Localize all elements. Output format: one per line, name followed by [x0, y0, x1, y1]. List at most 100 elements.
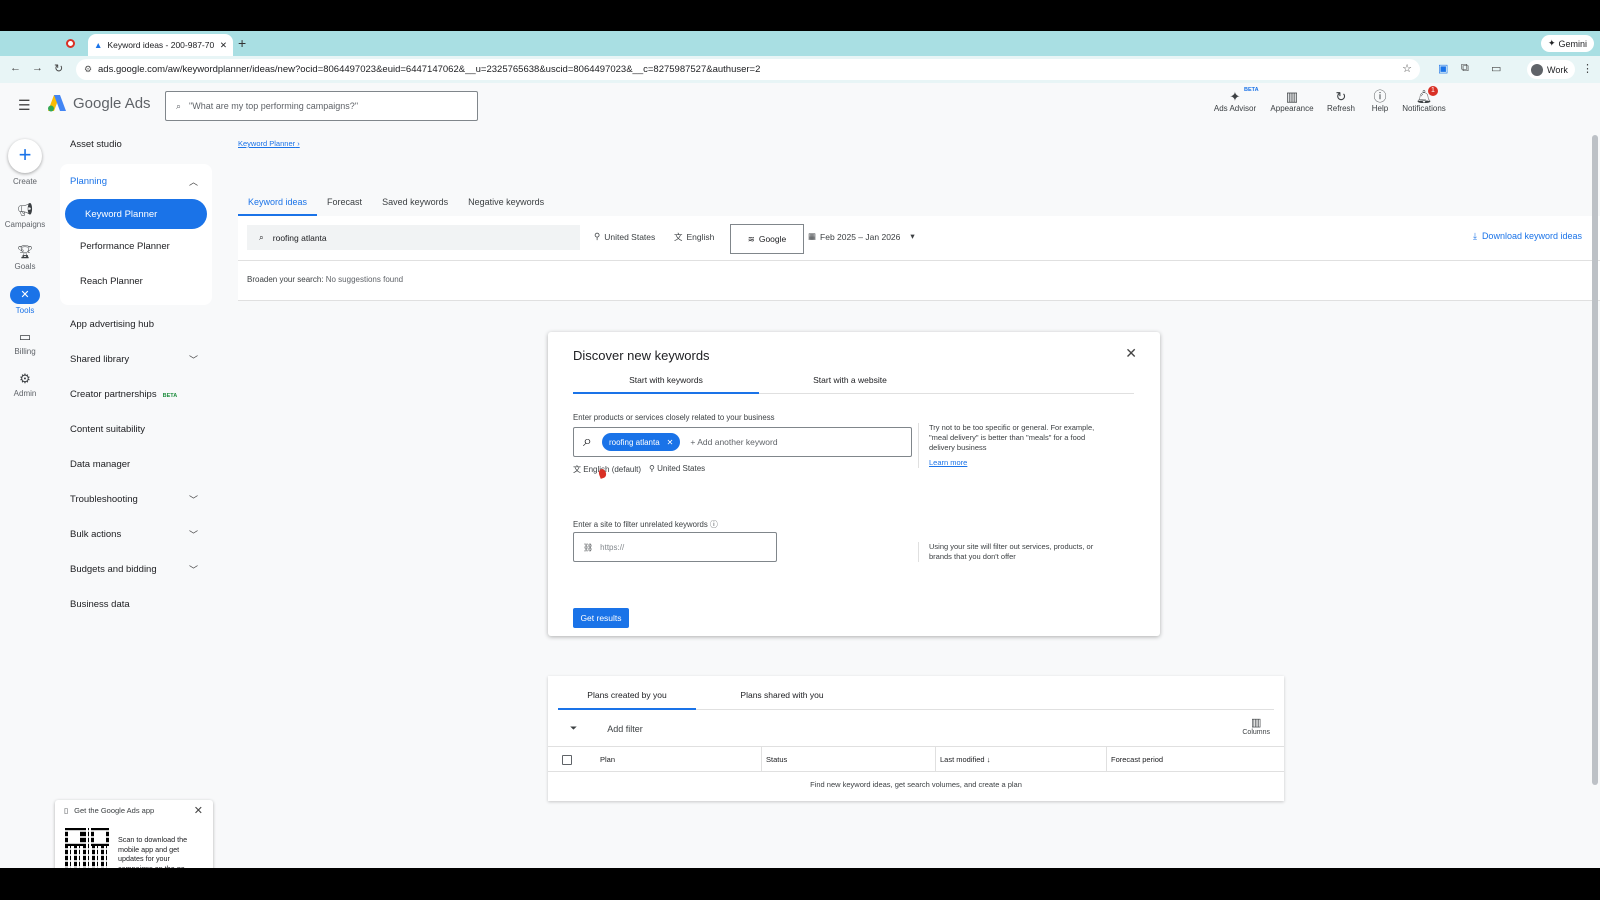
get-results-button[interactable]: Get results: [573, 608, 629, 628]
nav-app-hub[interactable]: App advertising hub: [60, 307, 212, 342]
url-text: ads.google.com/aw/keywordplanner/ideas/n…: [98, 64, 761, 75]
tab-forecast[interactable]: Forecast: [317, 197, 372, 216]
tab-negative-keywords[interactable]: Negative keywords: [458, 197, 554, 216]
search-icon: ⌕: [583, 433, 592, 450]
tab-plans-created[interactable]: Plans created by you: [558, 690, 696, 710]
extensions-puzzle-icon[interactable]: ⧉: [1461, 62, 1469, 75]
search-icon: ⌕: [176, 100, 182, 111]
reload-icon[interactable]: ↻: [54, 62, 63, 75]
column-forecast-period[interactable]: Forecast period: [1106, 747, 1284, 772]
megaphone-icon: 📢︎: [16, 202, 34, 217]
breadcrumb-link[interactable]: Keyword Planner: [238, 139, 295, 148]
rail-create[interactable]: + Create: [0, 139, 50, 186]
date-range-label: Feb 2025 – Jan 2026: [820, 231, 901, 242]
scrollbar[interactable]: [1592, 135, 1598, 785]
select-all-checkbox[interactable]: [562, 755, 572, 765]
profile-button[interactable]: Work: [1527, 60, 1575, 79]
sidepanel-icon[interactable]: ▭: [1491, 62, 1501, 75]
nav-business-data[interactable]: Business data: [60, 587, 212, 622]
appearance-button[interactable]: ▥ Appearance: [1266, 89, 1318, 113]
download-icon: ⤓: [1472, 231, 1477, 241]
keywords-input[interactable]: ⌕ roofing atlanta ✕ + Add another keyword: [573, 427, 912, 457]
notifications-button[interactable]: 🔔︎ 1 Notifications: [1398, 86, 1450, 113]
rail-campaigns[interactable]: 📢︎ Campaigns: [0, 202, 50, 229]
site-url-placeholder: https://: [600, 542, 625, 552]
ads-advisor-button[interactable]: ✦ BETA Ads Advisor: [1209, 87, 1261, 113]
column-plan[interactable]: Plan: [596, 747, 615, 772]
tab-saved-keywords[interactable]: Saved keywords: [372, 197, 458, 216]
rail-label: Campaigns: [4, 220, 46, 229]
google-ads-logo[interactable]: Google Ads: [47, 94, 151, 112]
site-url-input[interactable]: ⛓ https://: [573, 532, 777, 562]
nav-troubleshooting[interactable]: Troubleshooting ﹀: [60, 482, 212, 517]
nav-content-suitability[interactable]: Content suitability: [60, 412, 212, 447]
tab-start-with-website[interactable]: Start with a website: [757, 375, 943, 394]
close-tab-icon[interactable]: ✕: [220, 40, 227, 51]
gemini-button[interactable]: ✦ Gemini: [1540, 35, 1594, 52]
url-field[interactable]: ⚙ ads.google.com/aw/keywordplanner/ideas…: [76, 59, 1420, 80]
keyword-chip[interactable]: roofing atlanta ✕: [601, 433, 681, 451]
breadcrumb[interactable]: Keyword Planner ›: [238, 139, 300, 148]
nav-reach-planner[interactable]: Reach Planner: [60, 264, 212, 299]
add-keyword-placeholder[interactable]: + Add another keyword: [690, 437, 777, 447]
nav-performance-planner[interactable]: Performance Planner: [60, 229, 212, 264]
table-header: Plan Status Last modified ↓ Forecast per…: [548, 746, 1284, 772]
nav-data-manager[interactable]: Data manager: [60, 447, 212, 482]
nav-label: Asset studio: [70, 139, 122, 150]
nav-keyword-planner[interactable]: Keyword Planner: [65, 199, 207, 229]
link-icon: ⛓: [583, 542, 594, 552]
extension-icon[interactable]: ▣: [1438, 62, 1448, 75]
rail-goals[interactable]: 🏆︎ Goals: [0, 244, 50, 271]
promo-header: ▯ Get the Google Ads app: [64, 806, 154, 815]
language-setting[interactable]: 文 English (default): [573, 464, 641, 475]
remove-chip-icon[interactable]: ✕: [667, 438, 674, 447]
download-keyword-ideas-button[interactable]: ⤓ Download keyword ideas: [1473, 231, 1582, 242]
search-input[interactable]: ⌕ "What are my top performing campaigns?…: [165, 91, 478, 121]
forward-icon[interactable]: →: [32, 62, 43, 74]
broaden-value: No suggestions found: [325, 275, 404, 284]
nav-planning[interactable]: Planning ︿: [60, 164, 212, 199]
rail-label: Tools: [15, 306, 35, 315]
appearance-label: Appearance: [1270, 104, 1314, 113]
learn-more-link[interactable]: Learn more: [929, 458, 1108, 468]
nav-asset-studio[interactable]: Asset studio: [60, 127, 212, 162]
close-icon[interactable]: ✕: [194, 804, 203, 817]
browser-menu-icon[interactable]: ⋮: [1582, 62, 1593, 75]
nav-label: Planning: [70, 176, 107, 187]
menu-icon[interactable]: ☰: [18, 97, 31, 114]
network-filter[interactable]: ≋ Google: [730, 224, 804, 254]
tab-keyword-ideas[interactable]: Keyword ideas: [238, 197, 318, 216]
site-hint: Using your site will filter out services…: [918, 542, 1108, 562]
nav-shared-library[interactable]: Shared library ﹀: [60, 342, 212, 377]
browser-tab[interactable]: ▲ Keyword ideas - 200-987-70 ✕: [88, 34, 233, 56]
plus-icon: +: [8, 139, 42, 173]
broaden-search-row: Broaden your search: No suggestions foun…: [238, 261, 1600, 301]
keyword-search-field[interactable]: ⌕ roofing atlanta: [247, 225, 580, 250]
appearance-icon: ▥: [1285, 89, 1299, 104]
location-setting[interactable]: ⚲ United States: [649, 464, 705, 475]
column-status[interactable]: Status: [761, 747, 931, 772]
back-icon[interactable]: ←: [10, 62, 21, 74]
nav-creator-partnerships[interactable]: Creator partnerships BETA: [60, 377, 212, 412]
site-info-icon[interactable]: ⚙: [84, 64, 92, 75]
tab-strip: ▲ Keyword ideas - 200-987-70 ✕ + ✦ Gemini: [0, 31, 1600, 56]
nav-bulk-actions[interactable]: Bulk actions ﹀: [60, 517, 212, 552]
notification-count: 1: [1428, 86, 1438, 96]
location-filter[interactable]: ⚲ United States: [594, 231, 655, 242]
column-last-modified[interactable]: Last modified ↓: [935, 747, 1108, 772]
date-range-filter[interactable]: ▦ Feb 2025 – Jan 2026 ▾: [808, 231, 915, 242]
rail-billing[interactable]: ▭ Billing: [0, 329, 50, 356]
close-icon[interactable]: ✕: [1125, 345, 1137, 362]
network-label: Google: [758, 234, 787, 244]
language-filter[interactable]: 文 English: [674, 231, 714, 243]
nav-budgets-bidding[interactable]: Budgets and bidding ﹀: [60, 552, 212, 587]
new-tab-icon[interactable]: +: [238, 35, 246, 51]
tab-start-with-keywords[interactable]: Start with keywords: [573, 375, 759, 394]
columns-button[interactable]: ▥ Columns: [1242, 716, 1270, 736]
rail-tools[interactable]: ✕ Tools: [0, 286, 50, 315]
tab-plans-shared[interactable]: Plans shared with you: [713, 690, 851, 710]
help-circle-icon[interactable]: ⓘ: [710, 520, 718, 529]
bookmark-star-icon[interactable]: ☆: [1402, 62, 1412, 75]
rail-admin[interactable]: ⚙ Admin: [0, 371, 50, 398]
add-filter-button[interactable]: ⏷ Add filter: [570, 723, 643, 734]
